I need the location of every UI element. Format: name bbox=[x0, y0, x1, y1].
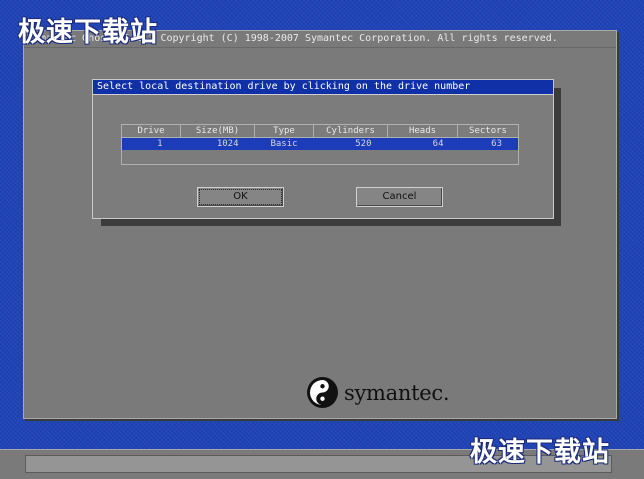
symantec-logo-text: symantec. bbox=[344, 380, 450, 405]
dialog-title: Select local destination drive by clicki… bbox=[93, 80, 553, 95]
cell-sectors[interactable]: 63 bbox=[457, 137, 519, 150]
symantec-logo: symantec. bbox=[306, 376, 450, 409]
cell-drive[interactable]: 1 bbox=[121, 137, 181, 150]
cell-heads[interactable]: 64 bbox=[387, 137, 458, 150]
destination-drive-dialog: Select local destination drive by clicki… bbox=[92, 79, 554, 219]
column-header-type: Type bbox=[254, 124, 314, 138]
cell-type[interactable]: Basic bbox=[254, 137, 314, 150]
drive-table: Drive Size(MB) Type Cylinders Heads Sect… bbox=[121, 124, 519, 165]
column-header-cylinders: Cylinders bbox=[313, 124, 388, 138]
cell-size[interactable]: 1024 bbox=[180, 137, 255, 150]
cancel-button[interactable]: Cancel bbox=[356, 187, 443, 207]
column-header-heads: Heads bbox=[387, 124, 458, 138]
ok-button[interactable]: OK bbox=[197, 187, 284, 207]
watermark-bottom: 极速下载站 bbox=[470, 437, 610, 468]
table-row[interactable]: 1 1024 Basic 520 64 63 bbox=[121, 137, 519, 150]
column-header-sectors: Sectors bbox=[457, 124, 519, 138]
cell-cylinders[interactable]: 520 bbox=[313, 137, 388, 150]
watermark-top: 极速下载站 bbox=[18, 17, 158, 48]
table-header-row: Drive Size(MB) Type Cylinders Heads Sect… bbox=[121, 124, 519, 138]
column-header-size: Size(MB) bbox=[180, 124, 255, 138]
symantec-logo-icon bbox=[307, 377, 338, 408]
column-header-drive: Drive bbox=[121, 124, 181, 138]
table-row-empty bbox=[122, 150, 519, 165]
